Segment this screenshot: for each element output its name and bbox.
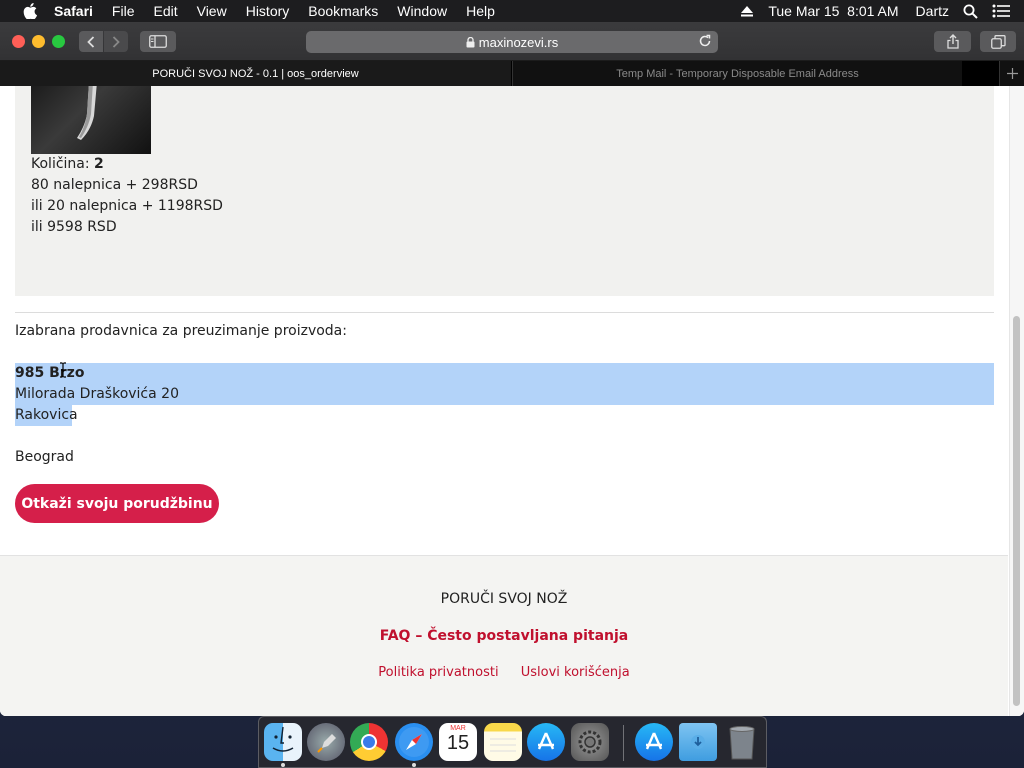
tab-bar: PORUČI SVOJ NOŽ - 0.1 | oos_orderview Te… <box>0 61 1024 86</box>
menubar-clock[interactable]: Tue Mar 15 8:01 AM <box>768 3 898 19</box>
safari-icon[interactable] <box>395 723 433 761</box>
price-option-1: 80 nalepnica + 298RSD <box>31 177 198 193</box>
address-bar-url: maxinozevi.rs <box>478 34 559 50</box>
notes-icon[interactable] <box>484 723 522 761</box>
tab-order-view[interactable]: PORUČI SVOJ NOŽ - 0.1 | oos_orderview <box>0 61 511 86</box>
menu-edit[interactable]: Edit <box>153 3 177 19</box>
quantity-label: Količina: <box>31 156 95 172</box>
menu-file[interactable]: File <box>112 3 135 19</box>
menubar-user[interactable]: Dartz <box>916 3 949 19</box>
apple-icon[interactable] <box>20 3 40 19</box>
back-button[interactable] <box>79 31 103 52</box>
store-city: Beograd <box>15 449 74 465</box>
trash-icon[interactable] <box>723 723 761 761</box>
chevron-right-icon <box>112 35 120 48</box>
store-name: 985 Brzo <box>15 365 85 381</box>
minimize-window-button[interactable] <box>32 35 45 48</box>
fullscreen-window-button[interactable] <box>52 35 65 48</box>
sidebar-icon <box>149 35 167 48</box>
forward-button[interactable] <box>104 31 128 52</box>
faq-link-label[interactable]: FAQ – Često postavljana pitanja <box>380 628 628 644</box>
safari-toolbar: maxinozevi.rs <box>0 22 1024 61</box>
calendar-month: MAR <box>450 725 466 732</box>
running-indicator <box>412 763 416 767</box>
menu-bar: Safari File Edit View History Bookmarks … <box>0 0 1024 22</box>
faq-link[interactable]: FAQ – Često postavljana pitanja <box>0 628 1008 644</box>
running-indicator <box>281 763 285 767</box>
footer-links: Politika privatnosti Uslovi korišćenja <box>0 665 1008 680</box>
app-store-downloads-icon[interactable] <box>635 723 673 761</box>
cancel-order-button[interactable]: Otkaži svoju porudžbinu <box>15 484 219 523</box>
section-divider <box>15 312 994 313</box>
dock: MAR 15 <box>258 716 767 768</box>
price-option-3: ili 9598 RSD <box>31 219 117 235</box>
menu-bookmarks[interactable]: Bookmarks <box>308 3 378 19</box>
menu-window[interactable]: Window <box>397 3 447 19</box>
safari-window: maxinozevi.rs PORUČI SVOJ NOŽ - 0.1 | oo… <box>0 22 1024 716</box>
text-cursor-icon <box>59 362 67 382</box>
knife-product-image[interactable] <box>31 86 151 154</box>
downloads-folder-icon[interactable] <box>679 723 717 761</box>
site-footer: PORUČI SVOJ NOŽ FAQ – Često postavljana … <box>0 555 1008 716</box>
menu-app-safari[interactable]: Safari <box>54 3 93 19</box>
app-store-icon[interactable] <box>527 723 565 761</box>
price-option-2: ili 20 nalepnica + 1198RSD <box>31 198 223 214</box>
tabs-overview-icon <box>990 34 1006 49</box>
chrome-icon[interactable] <box>350 723 388 761</box>
scrollbar-thumb[interactable] <box>1013 316 1020 706</box>
launchpad-icon[interactable] <box>307 723 345 761</box>
reload-icon[interactable] <box>698 34 712 48</box>
text-selection-highlight <box>15 363 994 384</box>
order-summary-box: Količina: 2 80 nalepnica + 298RSD ili 20… <box>15 86 994 296</box>
address-bar[interactable]: maxinozevi.rs <box>306 31 718 53</box>
show-all-tabs-button[interactable] <box>980 31 1016 52</box>
share-button[interactable] <box>934 31 971 52</box>
privacy-policy-link[interactable]: Politika privatnosti <box>378 665 498 680</box>
terms-of-use-link[interactable]: Uslovi korišćenja <box>521 665 630 680</box>
quantity-value: 2 <box>94 156 104 172</box>
menu-history[interactable]: History <box>246 3 290 19</box>
calendar-day: 15 <box>446 732 470 754</box>
menu-view[interactable]: View <box>197 3 227 19</box>
dock-separator <box>623 725 624 761</box>
spotlight-search-icon[interactable] <box>963 4 978 19</box>
notification-list-icon[interactable] <box>992 4 1010 18</box>
close-window-button[interactable] <box>12 35 25 48</box>
menu-help[interactable]: Help <box>466 3 495 19</box>
share-icon <box>946 34 959 49</box>
store-district: Rakovica <box>15 407 78 423</box>
sidebar-toggle-button[interactable] <box>140 31 176 52</box>
pickup-store-heading: Izabrana prodavnica za preuzimanje proiz… <box>15 323 347 339</box>
quantity-line: Količina: 2 <box>31 154 104 175</box>
plus-icon <box>1006 68 1018 79</box>
eject-icon[interactable] <box>740 5 754 17</box>
footer-site-title: PORUČI SVOJ NOŽ <box>440 591 568 607</box>
finder-icon[interactable] <box>264 723 302 761</box>
calendar-icon[interactable]: MAR 15 <box>439 723 477 761</box>
web-page-content: Količina: 2 80 nalepnica + 298RSD ili 20… <box>0 86 1024 716</box>
lock-icon <box>466 36 475 48</box>
chevron-left-icon <box>87 35 95 48</box>
store-street: Milorada Draškovića 20 <box>15 386 179 402</box>
system-preferences-icon[interactable] <box>571 723 609 761</box>
tab-temp-mail[interactable]: Temp Mail - Temporary Disposable Email A… <box>512 61 962 86</box>
new-tab-button[interactable] <box>999 61 1024 86</box>
